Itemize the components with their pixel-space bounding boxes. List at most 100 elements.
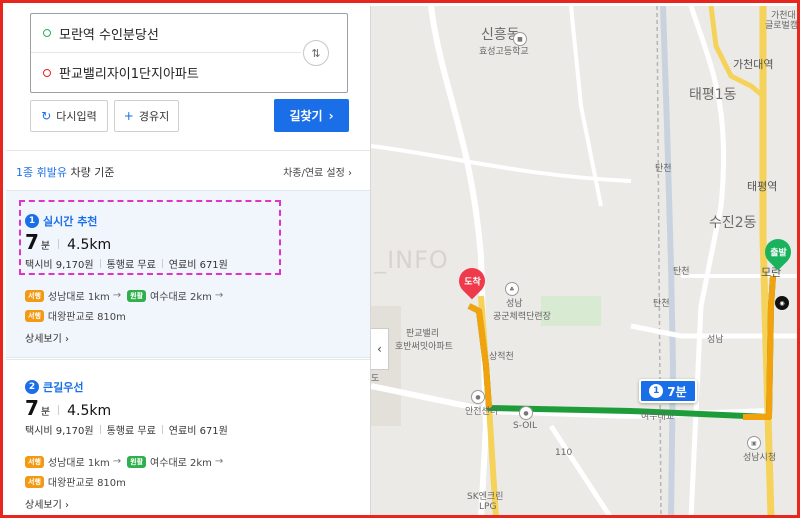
separator: [58, 405, 60, 415]
route-input-box: 모란역 수인분당선 판교밸리자이1단지아파트 ⇅: [30, 13, 348, 93]
traffic-segments: 서행 성남대로 1km → 원활 여수대로 2km →: [25, 454, 229, 469]
map-label: LPG: [479, 502, 497, 512]
waypoint-label: 경유지: [138, 110, 170, 123]
map-label: 성남: [707, 335, 724, 345]
route-number: 110: [555, 448, 573, 458]
separator: [161, 259, 163, 268]
result-time: 7: [25, 230, 39, 254]
result-summary: 7 분 4.5km: [25, 230, 111, 254]
map-label: 수진2동: [709, 215, 757, 231]
chevron-right-icon: ›: [328, 108, 334, 123]
separator: [58, 239, 60, 249]
segment-text: 대왕판교로 810m: [47, 478, 126, 489]
fuel-cost: 연료비 671원: [168, 426, 228, 437]
taxi-fare: 택시비 9,170원: [25, 426, 94, 437]
traffic-tag: 원활: [127, 289, 147, 302]
city-hall-icon: ▣: [747, 436, 761, 450]
add-waypoint-button[interactable]: + 경유지: [114, 100, 179, 132]
vehicle-basis: 1종 휘발유 차량 기준: [16, 164, 114, 180]
detail-link[interactable]: 상세보기 ›: [25, 330, 69, 345]
map-label: 판교밸리: [406, 329, 440, 339]
arrow-right-icon: →: [112, 290, 122, 301]
rank-badge: 2: [25, 380, 39, 394]
origin-field[interactable]: 모란역 수인분당선: [31, 14, 301, 53]
route-time-badge[interactable]: 1 7분: [639, 379, 697, 403]
map-label: 탄천: [655, 164, 672, 174]
toll-fee: 통행료 무료: [106, 260, 156, 271]
map-label: 상적천: [489, 352, 514, 362]
result-title: 1 실시간 추천: [25, 213, 97, 229]
chevron-right-icon: ›: [65, 334, 69, 345]
park-icon: ♣: [505, 282, 519, 296]
map-label: 성남: [506, 299, 523, 309]
chevron-right-icon: ›: [65, 500, 69, 511]
destination-label: 도착: [463, 277, 481, 288]
search-route-button[interactable]: 길찾기 ›: [274, 99, 349, 132]
camera-icon: ◉: [775, 296, 789, 310]
segment-text: 성남대로 1km: [47, 292, 110, 303]
segment-text: 성남대로 1km: [47, 458, 110, 469]
map-label: 가천대역: [733, 58, 774, 71]
vehicle-settings-link[interactable]: 차종/연료 설정 ›: [283, 164, 352, 179]
traffic-tag: 서행: [25, 289, 44, 302]
result-time: 7: [25, 396, 39, 420]
search-label: 길찾기: [289, 109, 323, 123]
watermark: HH_INFO: [371, 246, 449, 274]
fire-station-icon: ●: [471, 390, 485, 404]
school-icon: ■: [513, 32, 527, 46]
map-label: S-OIL: [513, 421, 537, 431]
origin-text: 모란역 수인분당선: [59, 27, 159, 43]
destination-field[interactable]: 판교밸리자이1단지아파트: [31, 53, 301, 92]
chevron-right-icon: ›: [348, 168, 352, 179]
result-name: 큰길우선: [43, 381, 84, 394]
detail-link[interactable]: 상세보기 ›: [25, 496, 69, 511]
destination-dot-icon: [43, 68, 51, 77]
map-view[interactable]: HH_INFO 신흥동 효성고등학교 가천대 글로벌캠 가천대역 태평1동 탄천…: [371, 6, 799, 515]
vehicle-suffix: 차량 기준: [70, 166, 115, 179]
time-unit: 분: [40, 407, 51, 418]
taxi-fare: 택시비 9,170원: [25, 260, 94, 271]
result-distance: 4.5km: [67, 237, 112, 253]
time-unit: 분: [40, 241, 51, 252]
segment-text: 대왕판교로 810m: [47, 312, 126, 323]
chevron-left-icon[interactable]: ‹: [371, 328, 389, 370]
plus-icon: +: [123, 109, 134, 123]
gas-station-icon: ●: [519, 406, 533, 420]
arrow-right-icon: →: [112, 456, 122, 467]
result-distance: 4.5km: [67, 403, 112, 419]
arrow-right-icon: →: [214, 290, 224, 301]
traffic-segments-2: 서행 대왕판교로 810m: [25, 474, 126, 489]
segment-text: 여수대로 2km: [150, 292, 212, 303]
traffic-tag: 서행: [25, 475, 44, 488]
map-label: 태평역: [747, 180, 778, 193]
traffic-tag: 원활: [127, 455, 147, 468]
map-label: 도: [371, 374, 380, 384]
reset-label: 다시입력: [56, 110, 97, 123]
separator: [99, 259, 101, 268]
divider: [6, 359, 370, 360]
map-label: 태평1동: [689, 87, 737, 103]
refresh-icon: ↻: [41, 109, 52, 123]
result-title: 2 큰길우선: [25, 379, 83, 395]
map-label: 안전센터: [465, 407, 499, 417]
origin-dot-icon: [43, 29, 51, 37]
divider: [6, 150, 370, 151]
route-panel: 모란역 수인분당선 판교밸리자이1단지아파트 ⇅ ↻ 다시입력 + 경유지 길찾…: [6, 6, 371, 515]
origin-label: 출발: [769, 248, 787, 259]
reset-button[interactable]: ↻ 다시입력: [30, 100, 108, 132]
fuel-cost: 연료비 671원: [168, 260, 228, 271]
map-label: 효성고등학교: [479, 47, 529, 57]
map-label: 글로벌캠: [765, 21, 799, 31]
rank-badge: 1: [25, 214, 39, 228]
swap-vertical-icon[interactable]: ⇅: [303, 40, 329, 66]
map-label: 여수대교: [641, 412, 675, 422]
result-name: 실시간 추천: [43, 215, 98, 228]
map-label: 탄천: [653, 299, 670, 309]
route-time: 7분: [667, 384, 687, 399]
separator: [99, 425, 101, 434]
map-label: 공군체력단련장: [493, 312, 551, 322]
traffic-segments-2: 서행 대왕판교로 810m: [25, 308, 126, 323]
settings-label: 차종/연료 설정: [283, 168, 345, 179]
destination-text: 판교밸리자이1단지아파트: [59, 67, 199, 82]
traffic-segments: 서행 성남대로 1km → 원활 여수대로 2km →: [25, 288, 229, 303]
